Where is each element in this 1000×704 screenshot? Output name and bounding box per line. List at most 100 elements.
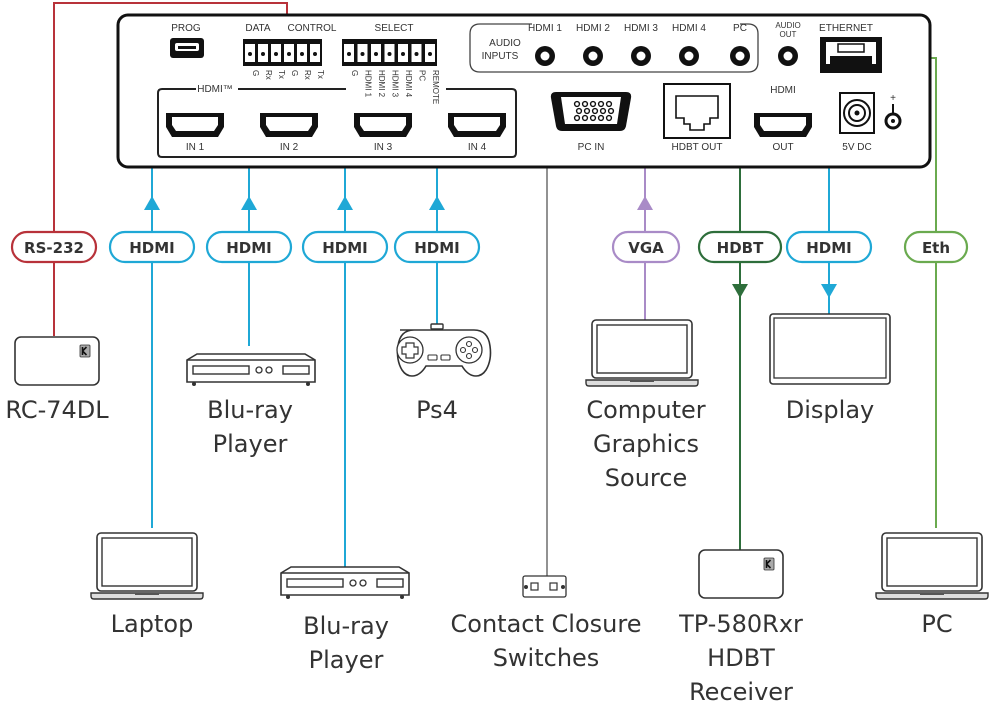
vga-label-pill: VGA <box>611 230 681 264</box>
hdmi-out-label: OUT <box>772 142 793 153</box>
audio-out-jack[interactable] <box>778 46 798 66</box>
ps4-label: Ps4 <box>416 396 458 424</box>
pin-label: HDMI 2 <box>377 70 386 98</box>
audio-input-label: HDMI 2 <box>576 23 610 34</box>
audio-input-jack[interactable] <box>730 46 750 66</box>
pc-in-vga-port[interactable] <box>550 92 632 131</box>
hdmi-in1-wire <box>151 120 168 528</box>
hdmi-in1-label-pill: HDMI <box>108 230 196 264</box>
hdmi-in3-wire <box>344 120 356 570</box>
arrow-down-hdbt <box>732 284 748 298</box>
arrow-up-in2 <box>241 196 257 210</box>
laptop-label: Laptop <box>111 610 194 638</box>
connection-label: HDMI <box>226 239 272 257</box>
eth-label-pill: Eth <box>903 230 969 264</box>
contact-closure-icon <box>522 575 567 598</box>
pin-label: G <box>290 70 299 76</box>
arrow-up-in3 <box>337 196 353 210</box>
audio-input-jack[interactable] <box>583 46 603 66</box>
hdmi-input-label: IN 4 <box>468 142 487 153</box>
pin-label: Rx <box>264 70 273 80</box>
device-pc <box>875 532 989 600</box>
device-display <box>769 313 891 385</box>
pin-label: G <box>350 70 359 76</box>
audio-input-label: HDMI 3 <box>624 23 658 34</box>
connection-labels: RS-232 HDMI HDMI HDMI HDMI VGA HDBT HDMI Eth <box>10 230 969 264</box>
prog-usb-port[interactable] <box>170 38 204 58</box>
hdmi-out-top-label: HDMI <box>770 85 796 96</box>
pin-label: HDMI 4 <box>404 70 413 98</box>
bluray1-label: Player <box>213 430 288 458</box>
device-bluray-2 <box>280 566 410 600</box>
bluray-player-icon <box>280 566 410 600</box>
bluray2-label: Blu-ray <box>303 612 389 640</box>
hdmi-in3-label-pill: HDMI <box>301 230 389 264</box>
audio-input-jack[interactable] <box>631 46 651 66</box>
pin-label: Rx <box>303 70 312 80</box>
hdmi-group-label: HDMI™ <box>197 84 233 95</box>
connection-label: HDMI <box>414 239 460 257</box>
connection-label: HDMI <box>322 239 368 257</box>
computer-label: Source <box>605 464 687 492</box>
data-label: DATA <box>245 23 271 34</box>
hdbt-label-pill: HDBT <box>697 230 783 264</box>
select-label: SELECT <box>375 23 414 34</box>
pin-label: G <box>251 70 260 76</box>
hdmi-out-label-pill: HDMI <box>785 230 873 264</box>
hdmi-input-port[interactable] <box>354 113 412 137</box>
pin-label: REMOTE <box>431 70 440 104</box>
pc-label: PC <box>921 610 952 638</box>
device-laptop <box>90 532 204 600</box>
control-terminal-block[interactable] <box>243 39 322 66</box>
pin-label: PC <box>418 70 427 81</box>
hdmi-input-port[interactable] <box>166 113 224 137</box>
hdmi-out-port[interactable] <box>754 113 812 137</box>
audio-input-jack[interactable] <box>679 46 699 66</box>
select-terminal-block[interactable] <box>342 39 437 66</box>
device-contact-closure <box>522 575 567 598</box>
hdmi-input-label: IN 2 <box>280 142 299 153</box>
receiver-label: TP-580Rxr <box>678 610 803 638</box>
hdmi-input-port[interactable] <box>260 113 318 137</box>
arrow-up-in4 <box>429 196 445 210</box>
device-ps4 <box>396 323 492 377</box>
gamepad-icon <box>396 323 492 377</box>
connection-label: HDMI <box>806 239 852 257</box>
audio-input-label: HDMI 1 <box>528 23 562 34</box>
pin-label: HDMI 3 <box>391 70 400 98</box>
power-jack[interactable] <box>839 92 875 134</box>
svg-text:+: + <box>890 93 896 104</box>
audio-out-label-1: AUDIO <box>775 21 800 30</box>
connection-label: Eth <box>922 239 950 257</box>
computer-label: Graphics <box>593 430 699 458</box>
laptop-icon <box>90 532 204 600</box>
connection-label: HDMI <box>129 239 175 257</box>
hdmi-input-port[interactable] <box>448 113 506 137</box>
hdbt-out-port[interactable] <box>663 83 731 139</box>
hdbt-out-label: HDBT OUT <box>672 142 723 153</box>
audio-input-label: PC <box>733 23 747 34</box>
wiring-diagram: PROG DATA CONTROL G Rx Tx G Rx Tx SELECT G HDM… <box>5 2 989 704</box>
device-receiver <box>698 549 784 599</box>
audio-input-jack[interactable] <box>535 46 555 66</box>
pin-label: HDMI 1 <box>364 70 373 98</box>
bluray-player-icon <box>186 353 316 387</box>
arrow-down-hdmi <box>821 284 837 298</box>
arrow-up-vga <box>637 196 653 210</box>
bluray1-label: Blu-ray <box>207 396 293 424</box>
ethernet-port[interactable] <box>820 37 882 73</box>
bluray2-label: Player <box>309 646 384 674</box>
rc74dl-label: RC-74DL <box>5 396 109 424</box>
laptop-icon <box>875 532 989 600</box>
device-bluray-1 <box>186 353 316 387</box>
receiver-label: Receiver <box>689 678 793 704</box>
arrow-up-in1 <box>144 196 160 210</box>
hdmi-in2-label-pill: HDMI <box>205 230 293 264</box>
prog-label: PROG <box>171 23 201 34</box>
hdbt-wire <box>730 107 741 550</box>
hdmi-input-label: IN 3 <box>374 142 393 153</box>
device-computer <box>585 319 699 387</box>
switcher-rear-panel: PROG DATA CONTROL G Rx Tx G Rx Tx SELECT G HDM… <box>116 13 932 169</box>
power-label: 5V DC <box>842 142 871 153</box>
device-rc74dl <box>14 336 100 386</box>
